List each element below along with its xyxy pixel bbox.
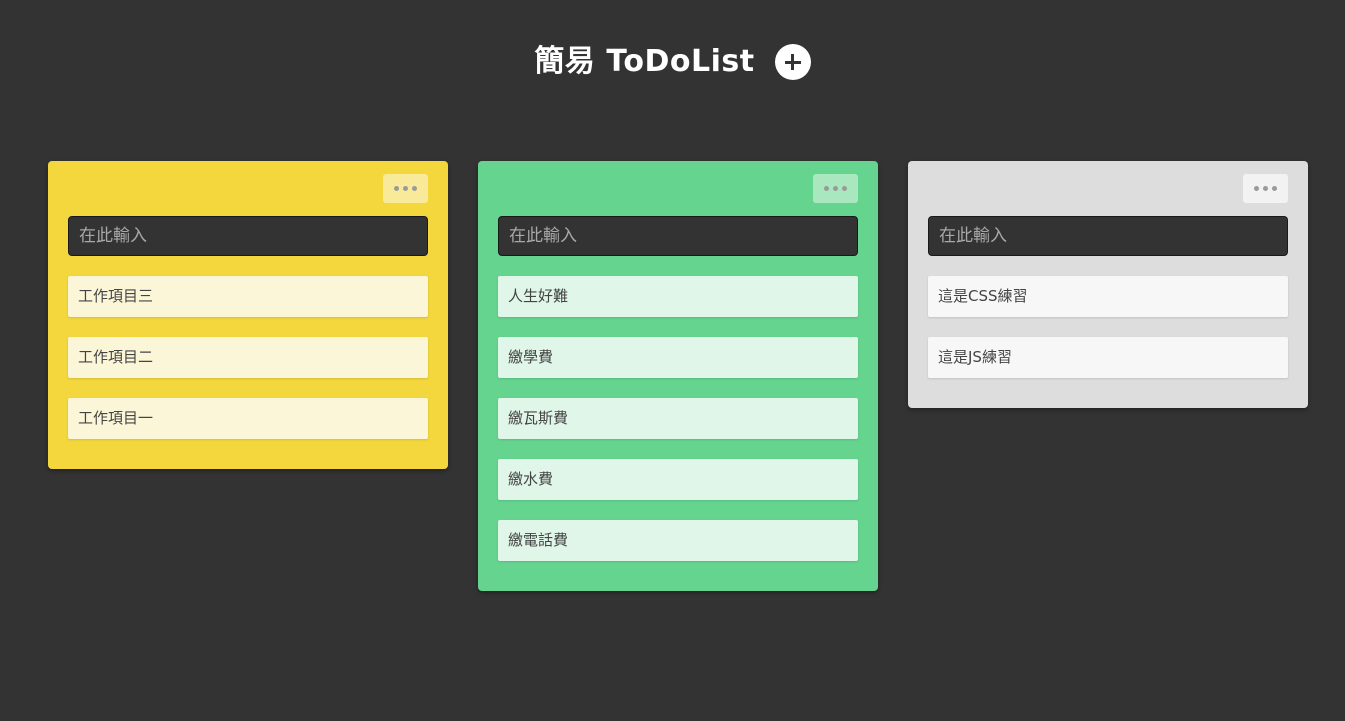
note-toolbar bbox=[928, 174, 1288, 203]
todo-list: 工作項目三 工作項目二 工作項目一 bbox=[68, 276, 428, 439]
todo-item[interactable]: 繳電話費 bbox=[498, 520, 858, 561]
note-toolbar bbox=[498, 174, 858, 203]
todo-list: 這是CSS練習 這是JS練習 bbox=[928, 276, 1288, 378]
todo-item[interactable]: 這是JS練習 bbox=[928, 337, 1288, 378]
page-title: 簡易 ToDoList bbox=[534, 44, 755, 79]
todo-item[interactable]: 工作項目一 bbox=[68, 398, 428, 439]
todo-item[interactable]: 工作項目二 bbox=[68, 337, 428, 378]
todo-input[interactable] bbox=[68, 216, 428, 256]
header: 簡易 ToDoList bbox=[0, 40, 1345, 84]
more-horizontal-icon bbox=[394, 186, 399, 191]
add-note-button[interactable] bbox=[774, 44, 811, 80]
todo-item[interactable]: 繳學費 bbox=[498, 337, 858, 378]
note-menu-button[interactable] bbox=[813, 174, 858, 203]
note-menu-button[interactable] bbox=[1243, 174, 1288, 203]
todo-item[interactable]: 繳瓦斯費 bbox=[498, 398, 858, 439]
more-horizontal-icon bbox=[824, 186, 829, 191]
more-horizontal-icon bbox=[1254, 186, 1259, 191]
todo-item[interactable]: 工作項目三 bbox=[68, 276, 428, 317]
note-card-gray: 這是CSS練習 這是JS練習 bbox=[908, 161, 1308, 408]
todo-input[interactable] bbox=[498, 216, 858, 256]
todo-item[interactable]: 繳水費 bbox=[498, 459, 858, 500]
todo-item[interactable]: 這是CSS練習 bbox=[928, 276, 1288, 317]
note-menu-button[interactable] bbox=[383, 174, 428, 203]
todo-input[interactable] bbox=[928, 216, 1288, 256]
todo-item[interactable]: 人生好難 bbox=[498, 276, 858, 317]
todo-list: 人生好難 繳學費 繳瓦斯費 繳水費 繳電話費 bbox=[498, 276, 858, 561]
note-card-green: 人生好難 繳學費 繳瓦斯費 繳水費 繳電話費 bbox=[478, 161, 878, 591]
note-card-yellow: 工作項目三 工作項目二 工作項目一 bbox=[48, 161, 448, 469]
note-toolbar bbox=[68, 174, 428, 203]
